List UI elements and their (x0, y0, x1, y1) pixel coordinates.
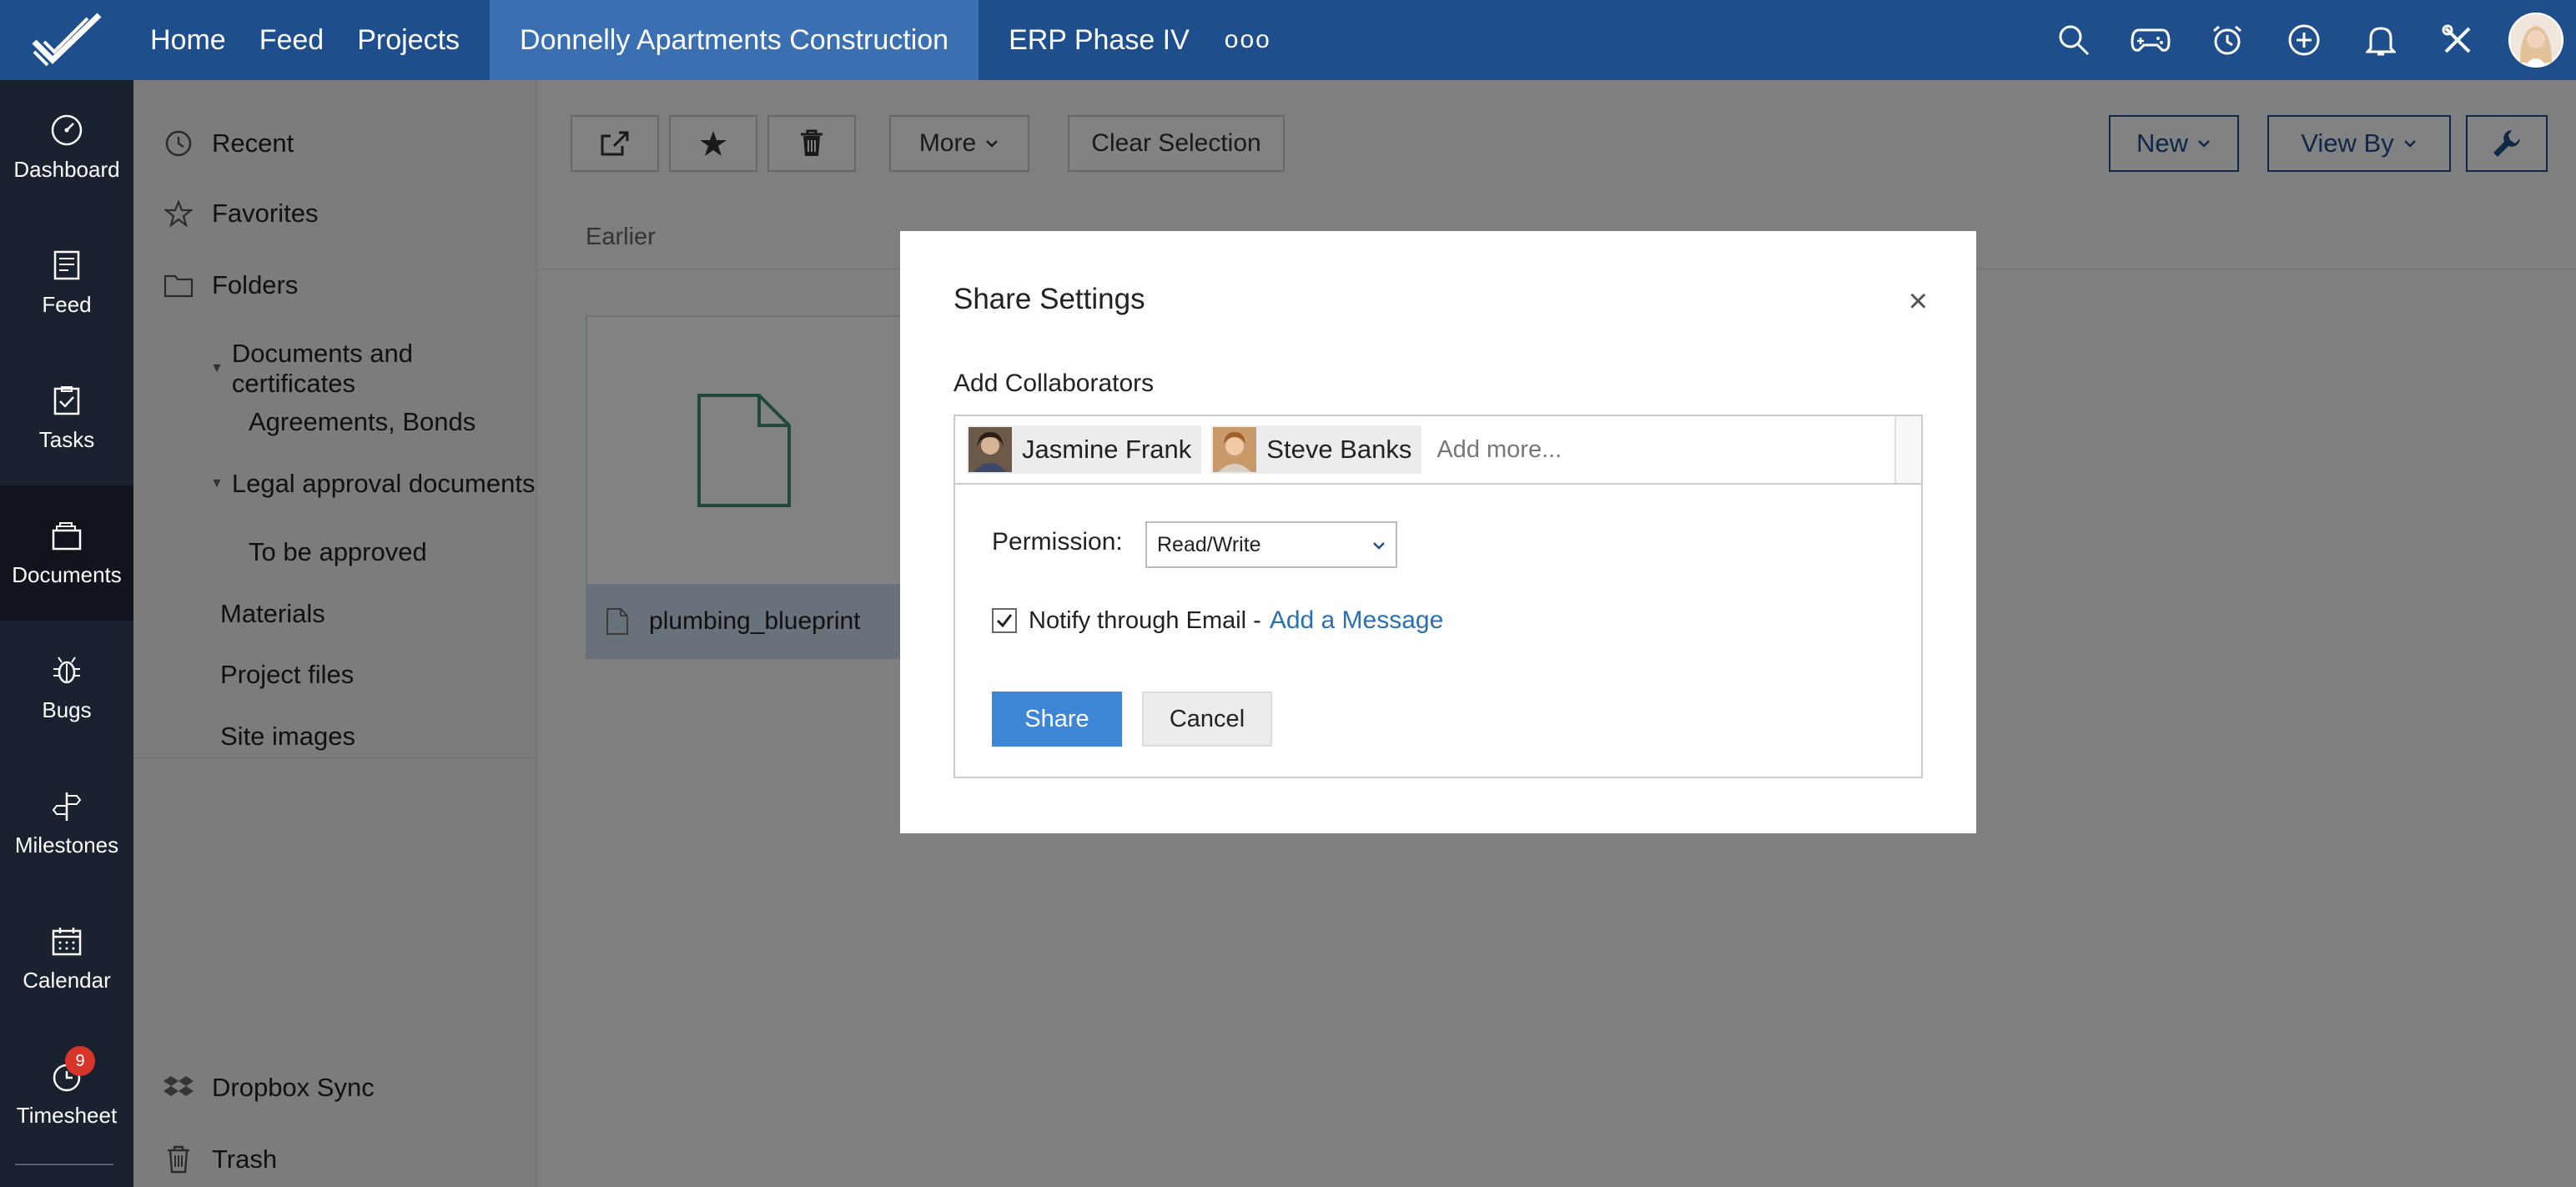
rail-item-calendar[interactable]: Calendar (0, 891, 133, 1026)
notify-email-label: Notify through Email - (1029, 606, 1261, 634)
tab-active-project[interactable]: Donnelly Apartments Construction (490, 0, 979, 80)
app-logo-icon[interactable] (0, 0, 133, 80)
feed-icon (53, 250, 80, 279)
add-collaborators-label: Add Collaborators (953, 370, 1155, 397)
rail-label: Feed (42, 291, 92, 317)
avatar (1213, 427, 1257, 472)
share-settings-dialog: Share Settings × Add Collaborators Jasmi… (900, 231, 1976, 833)
rail-item-milestones[interactable]: Milestones (0, 756, 133, 891)
notification-badge: 9 (65, 1046, 95, 1076)
rail-divider (15, 1164, 113, 1165)
rail-label: Timesheet (16, 1102, 118, 1128)
nav-feed[interactable]: Feed (243, 0, 341, 80)
rail-label: Documents (12, 561, 122, 587)
add-circle-icon[interactable] (2266, 0, 2342, 80)
collaborators-input[interactable]: Jasmine Frank Steve Banks Add more... (953, 415, 1923, 485)
user-avatar[interactable] (2496, 0, 2576, 80)
rail-item-dashboard[interactable]: Dashboard (0, 80, 133, 215)
bell-icon[interactable] (2342, 0, 2419, 80)
rail-item-timesheet[interactable]: 9 Timesheet (0, 1026, 133, 1161)
milestone-icon (52, 792, 82, 821)
permission-select[interactable]: Read/Write (1145, 521, 1397, 568)
nav-projects[interactable]: Projects (340, 0, 476, 80)
close-icon[interactable]: × (1909, 283, 1928, 320)
documents-icon (52, 521, 82, 550)
rail-item-feed[interactable]: Feed (0, 215, 133, 350)
rail-label: Tasks (38, 426, 95, 452)
notify-email-checkbox[interactable] (992, 608, 1017, 633)
collaborators-scrollbar[interactable] (1894, 416, 1921, 483)
chevron-down-icon (1373, 542, 1385, 550)
share-options-panel: Permission: Read/Write Notify through Em… (953, 485, 1923, 778)
more-projects-button[interactable]: ooo (1206, 26, 1290, 54)
permission-value: Read/Write (1157, 532, 1261, 556)
permission-label: Permission: (992, 528, 1123, 556)
rail-label: Milestones (14, 832, 119, 858)
cancel-button[interactable]: Cancel (1142, 692, 1272, 747)
add-more-placeholder[interactable]: Add more... (1436, 436, 1562, 464)
game-controller-icon[interactable] (2112, 0, 2189, 80)
collaborator-name: Jasmine Frank (1022, 435, 1192, 464)
dialog-title: Share Settings (953, 283, 1145, 315)
rail-label: Calendar (23, 967, 111, 993)
avatar (969, 427, 1012, 472)
rail-item-bugs[interactable]: Bugs (0, 621, 133, 756)
alarm-clock-icon[interactable] (2189, 0, 2266, 80)
collaborator-name: Steve Banks (1266, 435, 1412, 464)
search-icon[interactable] (2035, 0, 2112, 80)
notify-email-row: Notify through Email - Add a Message (992, 606, 1443, 635)
rail-item-documents[interactable]: Documents (0, 485, 133, 621)
dashboard-icon (51, 114, 83, 145)
nav-home[interactable]: Home (133, 0, 243, 80)
left-module-rail: Dashboard Feed Tasks Documents Bugs Mile… (0, 80, 133, 1187)
tools-icon[interactable] (2419, 0, 2496, 80)
rail-label: Bugs (42, 697, 92, 722)
top-nav: Home Feed Projects Donnelly Apartments C… (133, 0, 1290, 80)
add-message-link[interactable]: Add a Message (1270, 606, 1443, 635)
top-navigation-bar: Home Feed Projects Donnelly Apartments C… (0, 0, 2576, 80)
bug-icon (53, 656, 80, 683)
rail-label: Dashboard (13, 156, 120, 182)
collaborator-chip[interactable]: Jasmine Frank (967, 425, 1202, 474)
top-icons (2035, 0, 2576, 80)
calendar-icon (52, 927, 82, 955)
tab-other-project[interactable]: ERP Phase IV (992, 0, 1206, 80)
rail-item-tasks[interactable]: Tasks (0, 350, 133, 485)
share-button[interactable]: Share (992, 692, 1122, 747)
checkmark-icon (996, 614, 1013, 628)
collaborator-chip[interactable]: Steve Banks (1211, 425, 1422, 474)
tasks-icon (53, 385, 80, 415)
